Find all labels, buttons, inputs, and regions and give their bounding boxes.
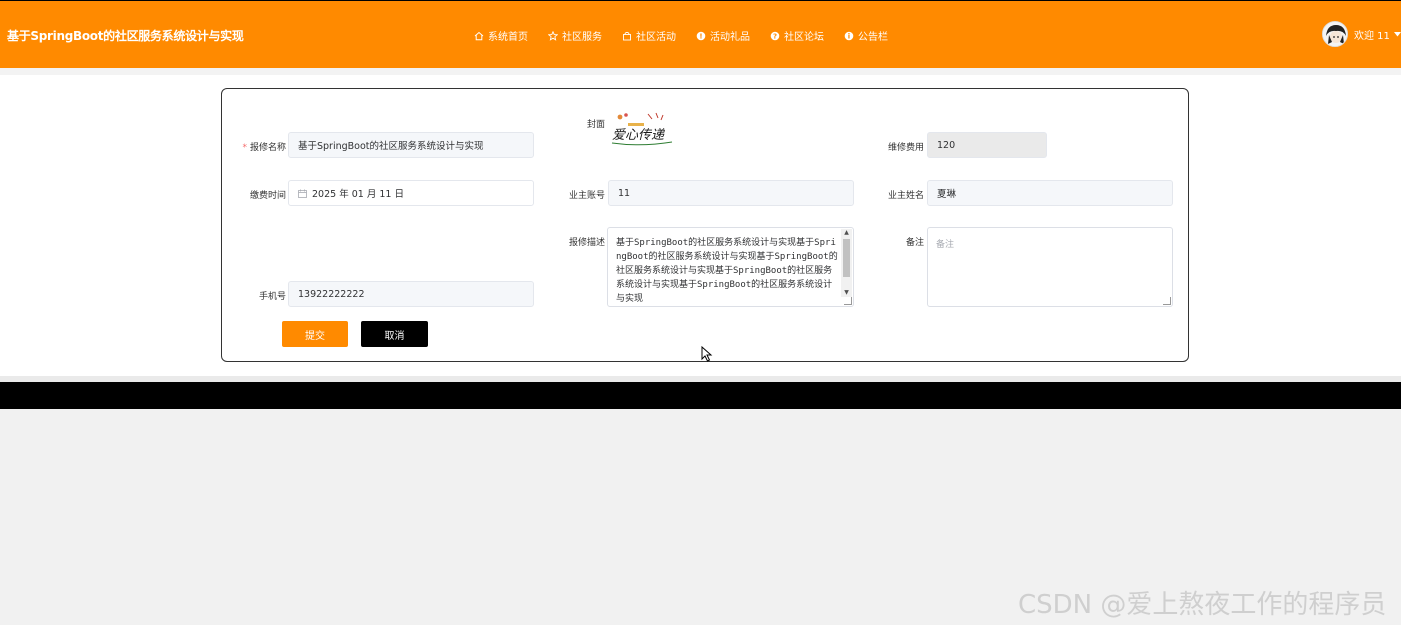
nav-shadow-strip: [0, 68, 1401, 75]
phone-label: 手机号: [258, 292, 286, 302]
user-menu[interactable]: 欢迎 11: [1322, 21, 1401, 47]
info-circle-icon: ?: [770, 31, 780, 41]
calendar-icon: [298, 189, 307, 198]
caret-down-icon: [1393, 29, 1401, 40]
nav-item-service[interactable]: 社区服务: [548, 28, 602, 43]
nav-label: 公告栏: [858, 32, 888, 43]
cover-label: 封面: [586, 120, 605, 130]
cancel-button[interactable]: 取消: [361, 321, 428, 347]
footer-bar: [0, 382, 1401, 409]
cover-image[interactable]: 爱心传递: [608, 109, 674, 149]
required-mark: *: [242, 143, 247, 153]
owner-account-field[interactable]: 11: [608, 180, 854, 206]
repair-desc-textarea[interactable]: 基于SpringBoot的社区服务系统设计与实现基于SpringBoot的社区服…: [607, 227, 854, 307]
repair-form: * 报修名称 基于SpringBoot的社区服务系统设计与实现 封面 爱心传递 维…: [221, 88, 1189, 362]
nav-label: 社区活动: [636, 32, 676, 43]
nav-label: 社区服务: [562, 32, 602, 43]
textarea-scrollbar[interactable]: ▲ ▼: [841, 229, 852, 297]
resize-handle-icon[interactable]: [844, 297, 852, 305]
mouse-cursor-icon: [701, 345, 713, 362]
nav-item-home[interactable]: 系统首页: [474, 28, 528, 43]
bag-icon: [622, 31, 632, 41]
nav-item-activity[interactable]: 社区活动: [622, 28, 676, 43]
cover-image-text: 爱心传递: [612, 128, 665, 143]
scroll-up-icon[interactable]: ▲: [842, 229, 851, 237]
nav-item-forum[interactable]: ? 社区论坛: [770, 28, 824, 43]
welcome-text[interactable]: 欢迎 11: [1354, 27, 1401, 42]
resize-handle-icon[interactable]: [1163, 297, 1171, 305]
repair-name-field[interactable]: 基于SpringBoot的社区服务系统设计与实现: [288, 132, 534, 158]
phone-field[interactable]: 13922222222: [288, 281, 534, 307]
repair-cost-label: 维修费用: [887, 143, 924, 153]
info-circle-icon: !: [696, 31, 706, 41]
top-navbar: 基于SpringBoot的社区服务系统设计与实现 系统首页 社区服务 社区活动 …: [0, 0, 1401, 68]
svg-text:?: ?: [773, 32, 777, 40]
repair-desc-text: 基于SpringBoot的社区服务系统设计与实现基于SpringBoot的社区服…: [616, 238, 838, 304]
repair-name-label: * 报修名称: [242, 143, 286, 153]
scroll-thumb[interactable]: [843, 239, 850, 277]
remark-label: 备注: [905, 238, 924, 248]
pay-time-value: 2025 年 01 月 11 日: [312, 189, 404, 200]
nav-item-notice[interactable]: i 公告栏: [844, 28, 888, 43]
owner-account-label: 业主账号: [568, 191, 605, 201]
home-icon: [474, 31, 484, 41]
owner-name-field[interactable]: 夏琳: [927, 180, 1173, 206]
scroll-down-icon[interactable]: ▼: [842, 289, 851, 297]
site-title[interactable]: 基于SpringBoot的社区服务系统设计与实现: [7, 27, 244, 44]
owner-name-label: 业主姓名: [887, 191, 924, 201]
avatar[interactable]: [1322, 21, 1348, 47]
repair-cost-field[interactable]: 120: [927, 132, 1047, 158]
nav-label: 系统首页: [488, 32, 528, 43]
nav-label: 活动礼品: [710, 32, 750, 43]
main-nav: 系统首页 社区服务 社区活动 ! 活动礼品 ? 社区论坛 i 公告栏: [474, 28, 888, 43]
nav-label: 社区论坛: [784, 32, 824, 43]
watermark: CSDN @爱上熬夜工作的程序员: [1018, 590, 1387, 620]
welcome-label: 欢迎 11: [1354, 30, 1390, 42]
submit-button[interactable]: 提交: [282, 321, 348, 347]
remark-textarea[interactable]: 备注: [927, 227, 1173, 307]
pay-time-field[interactable]: 2025 年 01 月 11 日: [288, 180, 534, 206]
svg-text:i: i: [848, 32, 850, 40]
remark-placeholder: 备注: [936, 240, 955, 250]
pay-time-label: 缴费时间: [249, 191, 286, 201]
star-icon: [548, 30, 558, 41]
repair-desc-label: 报修描述: [568, 238, 605, 248]
svg-text:!: !: [699, 32, 702, 40]
nav-item-gifts[interactable]: ! 活动礼品: [696, 28, 750, 43]
info-circle-icon: i: [844, 31, 854, 41]
